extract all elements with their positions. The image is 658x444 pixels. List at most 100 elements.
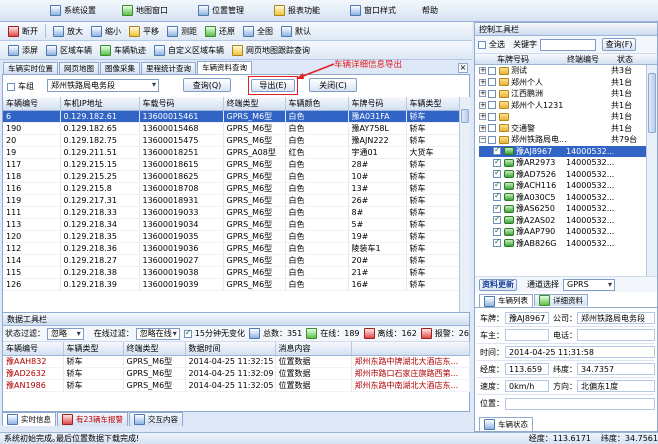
vehicle-table-vscroll[interactable] (459, 97, 470, 317)
channel-select[interactable]: GPRS (563, 278, 615, 291)
zoom-in-button[interactable]: 放大 (49, 25, 87, 37)
table-row[interactable]: 119 0.129.217.31 13600018931 GPRS_M6型 白色 26# 轿… (3, 194, 459, 207)
table-row[interactable]: 114 0.129.218.27 13600019027 GPRS_M6型 白色 20# 轿… (3, 254, 459, 267)
tab-vehicle-status[interactable]: 车辆状态 (479, 417, 533, 431)
table-row[interactable]: 20 0.129.182.75 13600015475 GPRS_M6型 白色 豫AJN2… (3, 134, 459, 147)
update-data-button[interactable]: 资料更新 (479, 278, 517, 291)
column-header[interactable]: 终端类型 (223, 97, 286, 111)
web-map-track-button[interactable]: 网页地图跟踪查询 (228, 44, 314, 56)
tree-checkbox[interactable] (493, 145, 501, 156)
expand-icon[interactable]: + (479, 101, 486, 109)
tree-checkbox[interactable] (488, 124, 496, 133)
tree-checkbox[interactable] (488, 112, 496, 121)
add-screen-button[interactable]: 添屏 (4, 44, 42, 56)
table-row[interactable]: 111 0.129.218.33 13600019033 GPRS_M6型 白色 8# 轿车 (3, 206, 459, 219)
tree-vehicle[interactable]: 豫AD7526 14000532... (479, 168, 657, 181)
expand-icon[interactable]: + (479, 78, 486, 86)
menu-window-style[interactable]: 窗口样式 (342, 1, 404, 21)
tree-group[interactable]: − 郑州铁路局电... 共79台 (479, 134, 657, 146)
tab-realtime-info[interactable]: 实时信息 (2, 412, 56, 426)
expand-icon[interactable]: + (479, 67, 486, 75)
table-row[interactable]: 豫AAH832 轿车 GPRS_M6型 2014-04-25 11:32:15 位置数据… (3, 355, 470, 368)
tree-vehicle[interactable]: 豫AJ8967 14000532... (479, 145, 657, 157)
tree-checkbox[interactable] (493, 180, 501, 190)
tree-checkbox[interactable] (488, 101, 496, 110)
table-row[interactable]: 豫AD2632 轿车 GPRS_M6型 2014-04-25 11:32:09 位置数据… (3, 367, 470, 380)
column-header[interactable]: 车辆类型 (63, 342, 124, 356)
vscroll-thumb[interactable] (461, 109, 469, 123)
tree-checkbox[interactable] (488, 89, 496, 98)
tree-checkbox[interactable] (493, 168, 501, 179)
select-all-checkbox[interactable] (478, 40, 486, 49)
collapse-icon[interactable]: − (479, 136, 486, 144)
tree-vehicle[interactable]: 豫A030C5 14000532... (479, 191, 657, 204)
table-row[interactable]: 126 0.129.218.39 13600019039 GPRS_M6型 白色 16# 轿… (3, 278, 459, 291)
default-button[interactable]: 默认 (277, 25, 315, 37)
status-filter-select[interactable]: 忽略 (47, 327, 84, 340)
query-button[interactable]: 查询(Q) (183, 78, 231, 92)
table-row[interactable]: 190 0.129.182.65 13600015468 GPRS_M6型 白色 豫AY7… (3, 122, 459, 135)
tree-vehicle[interactable]: 豫AS6250 14000532... (479, 203, 657, 215)
area-vehicle-button[interactable]: 区域车辆 (42, 44, 96, 56)
full-map-button[interactable]: 全图 (239, 25, 277, 37)
tree-group[interactable]: + 交通警 共1台 (479, 123, 657, 135)
tab-mileage-query[interactable]: 里程统计查询 (141, 62, 196, 74)
tree-checkbox[interactable] (488, 135, 496, 144)
column-header[interactable]: 车机IP地址 (60, 97, 140, 111)
tree-vehicle[interactable]: 豫A2AS02 14000532... (479, 214, 657, 227)
restore-button[interactable]: 还原 (201, 25, 239, 37)
table-row[interactable]: 19 0.129.211.51 13600018251 GPRS_A08型 红色 宇通01… (3, 146, 459, 159)
column-header[interactable]: 消息内容 (275, 342, 352, 356)
tree-checkbox[interactable] (493, 191, 501, 202)
custom-area-button[interactable]: 自定义区域车辆 (150, 44, 228, 56)
tab-vehicle-list[interactable]: 车辆列表 (479, 294, 533, 307)
export-button[interactable]: 导出(E) (251, 79, 295, 92)
measure-button[interactable]: 测距 (163, 25, 201, 37)
tree-vehicle[interactable]: 豫AAP790 14000532... (479, 226, 657, 238)
column-header[interactable]: 车辆编号 (3, 97, 61, 111)
table-row[interactable]: 120 0.129.218.35 13600019035 GPRS_M6型 白色 19# 轿… (3, 230, 459, 243)
tree-vehicle[interactable]: 豫ACH116 14000532... (479, 180, 657, 192)
tab-vehicle-info-query[interactable]: 车辆资料查询 (197, 61, 252, 74)
column-header[interactable]: 车辆类型 (406, 97, 459, 111)
tree-checkbox[interactable] (493, 203, 501, 213)
vehicle-track-button[interactable]: 车辆轨迹 (96, 44, 150, 56)
tab-detail-info[interactable]: 详细资料 (534, 294, 588, 306)
close-tab-icon[interactable]: × (458, 63, 468, 73)
column-header[interactable]: 数据时间 (185, 342, 276, 356)
menu-report[interactable]: 报表功能 (266, 1, 328, 21)
column-header[interactable]: 终端类型 (123, 342, 186, 356)
tab-interaction[interactable]: 交互内容 (129, 412, 184, 426)
expand-icon[interactable]: + (479, 90, 486, 98)
tree-checkbox[interactable] (488, 66, 496, 75)
table-row[interactable]: 115 0.129.218.38 13600019038 GPRS_M6型 白色 21# 轿… (3, 266, 459, 279)
keyword-input[interactable] (540, 38, 596, 51)
tree-vscroll[interactable] (646, 65, 657, 276)
expand-icon[interactable]: + (479, 124, 486, 132)
menu-location-manage[interactable]: 位置管理 (190, 1, 252, 21)
tree-group[interactable]: + 郑州个人 共1台 (479, 77, 657, 89)
table-row[interactable]: 113 0.129.218.34 13600019034 GPRS_M6型 白色 5# 轿车 (3, 218, 459, 231)
expand-icon[interactable]: + (479, 113, 486, 121)
menu-system-settings[interactable]: 系统设置 (42, 1, 104, 21)
tab-image-capture[interactable]: 图像采集 (100, 62, 140, 74)
tree-vehicle[interactable]: 豫AR2973 14000532... (479, 157, 657, 169)
tab-alarm[interactable]: 有23辆车报警 (57, 412, 129, 426)
column-header[interactable]: 车载号码 (139, 97, 224, 111)
group-select[interactable]: 郑州铁路局电务段 (47, 79, 159, 92)
table-row[interactable]: 117 0.129.215.15 13600018615 GPRS_M6型 白色 28# 轿… (3, 158, 459, 171)
tree-group[interactable]: + 共1台 (479, 111, 657, 123)
tree-group[interactable]: + 郑州个人1231 共1台 (479, 100, 657, 112)
tree-vscroll-thumb[interactable] (648, 73, 656, 133)
search-button[interactable]: 查询(F) (602, 38, 636, 51)
tree-checkbox[interactable] (493, 237, 501, 248)
pan-button[interactable]: 平移 (125, 25, 163, 37)
tab-realtime-position[interactable]: 车辆实时位置 (3, 62, 58, 74)
column-header[interactable]: 车辆编号 (3, 342, 64, 356)
menu-map-window[interactable]: 地图窗口 (114, 1, 176, 21)
group-checkbox[interactable]: 车组 (7, 81, 34, 92)
column-header[interactable] (351, 342, 470, 356)
tree-group[interactable]: + 江西鹏洲 共1台 (479, 88, 657, 100)
tree-group[interactable]: + 测试 共3台 (479, 65, 657, 77)
zoom-out-button[interactable]: 缩小 (87, 25, 125, 37)
